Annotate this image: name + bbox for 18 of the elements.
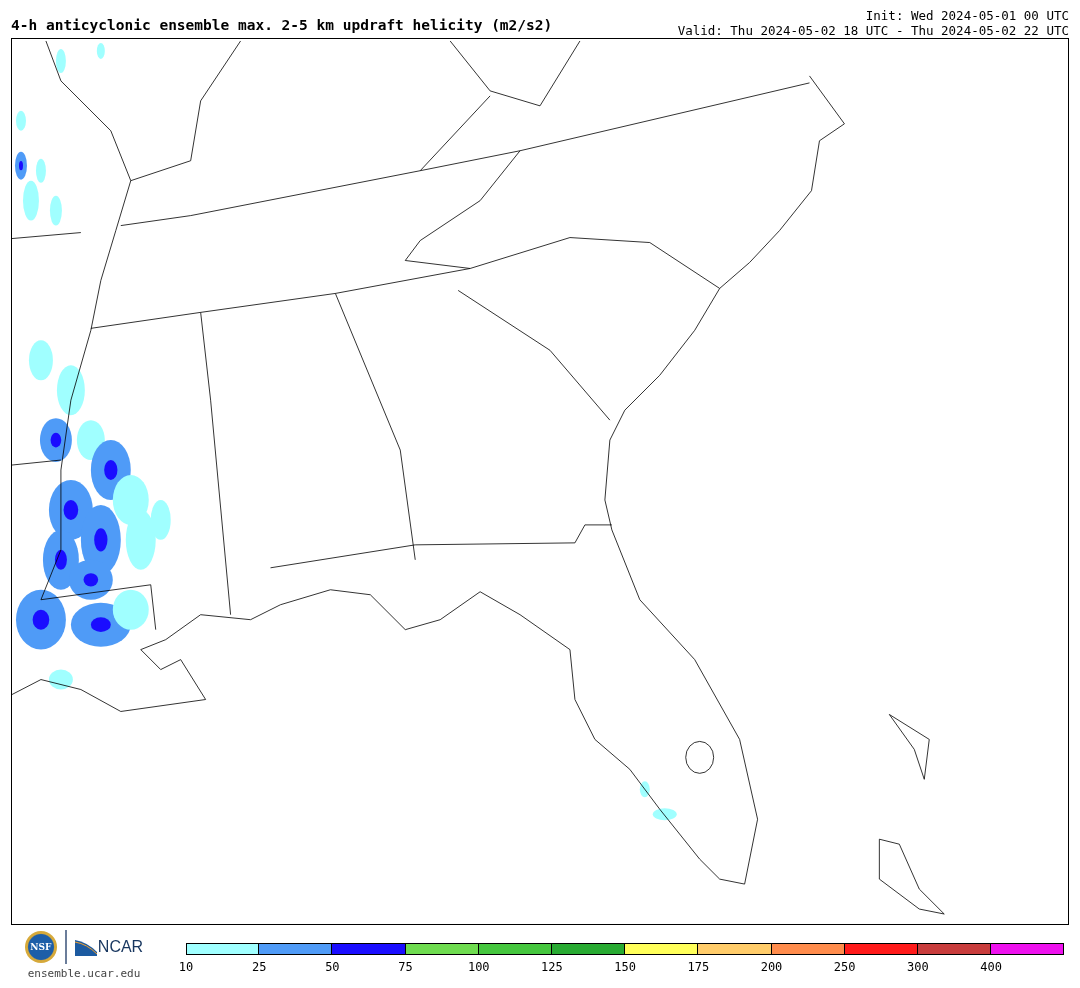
nsf-logo: NSF (24, 931, 57, 963)
chart-title: 4-h anticyclonic ensemble max. 2-5 km updraft helicity (m2/s2) (11, 17, 553, 33)
tick-label: 150 (614, 960, 636, 974)
website-url: ensemble.ucar.edu (27, 967, 141, 980)
tick-label: 25 (251, 960, 267, 974)
tick-label: 200 (760, 960, 783, 974)
tick-label: 175 (687, 960, 710, 974)
tick-label: 300 (907, 960, 929, 974)
tick-label: 75 (398, 960, 413, 974)
tick-label: 125 (541, 960, 563, 974)
tick-label: 400 (980, 960, 1002, 974)
ncar-logo: NCAR (74, 938, 144, 956)
tick-label: 100 (467, 960, 490, 974)
tick-label: 50 (325, 960, 340, 974)
init-time: Init: Wed 2024-05-01 00 UTC (865, 8, 1069, 23)
tick-label: 10 (178, 960, 194, 974)
tick-label: 250 (833, 960, 856, 974)
valid-time: Valid: Thu 2024-05-02 18 UTC - Thu 2024-05-02 22 UTC (677, 23, 1069, 38)
